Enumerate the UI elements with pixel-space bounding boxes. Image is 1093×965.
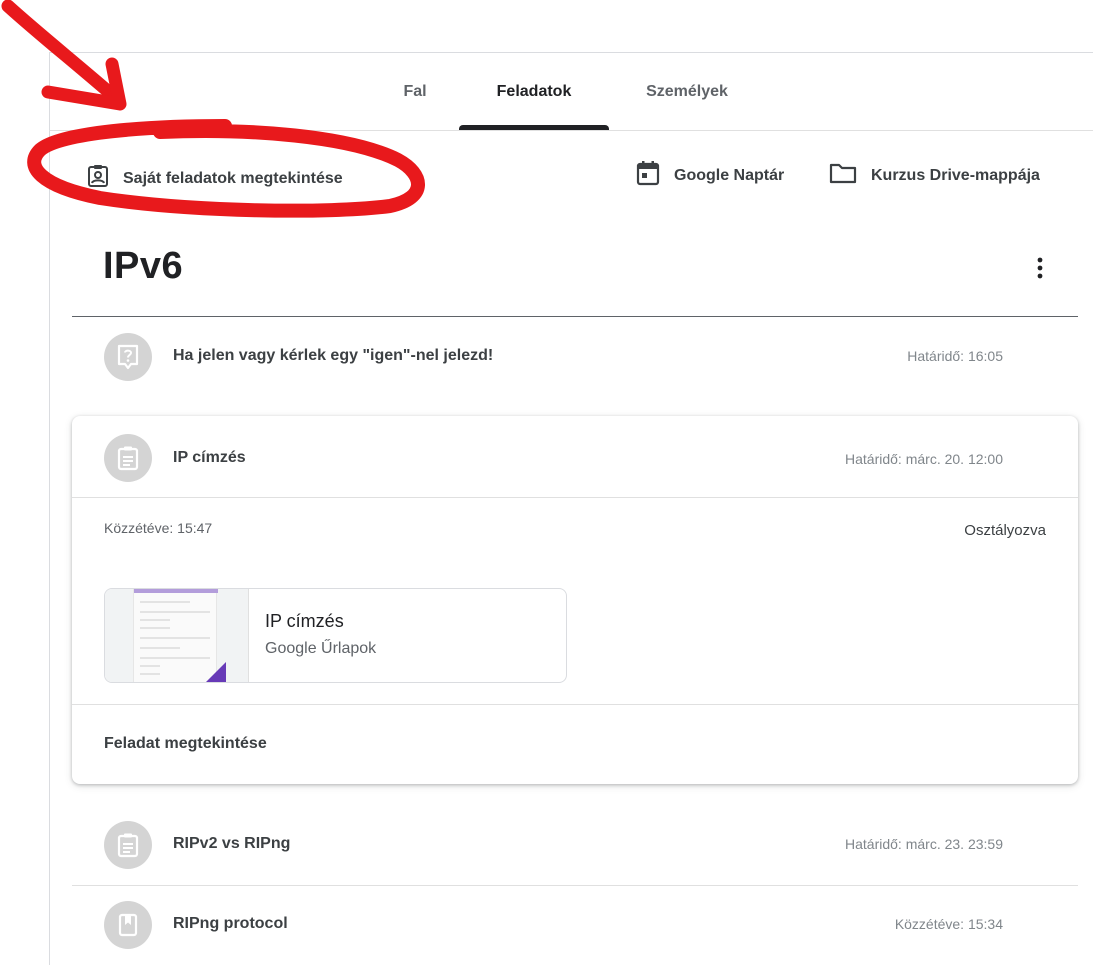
item-due-date: Határidő: 16:05: [907, 348, 1003, 364]
tab-people[interactable]: Személyek: [632, 53, 742, 130]
class-drive-folder-label: Kurzus Drive-mappája: [871, 166, 1040, 184]
view-assignment-link[interactable]: Feladat megtekintése: [104, 735, 267, 753]
item-due-date: Határidő: márc. 20. 12:00: [845, 451, 1003, 467]
card-divider: [72, 704, 1078, 705]
item-title: Ha jelen vagy kérlek egy "igen"-nel jele…: [173, 347, 494, 364]
item-posted-date: Közzétéve: 15:34: [894, 916, 1003, 932]
item-title: RIPng protocol: [173, 915, 288, 932]
assignment-icon: [104, 434, 152, 482]
forms-corner-icon: [204, 662, 226, 682]
classwork-item-material[interactable]: RIPng protocol Közzétéve: 15:34: [72, 886, 1078, 965]
folder-icon: [829, 162, 857, 189]
tabs-divider: [49, 130, 1093, 131]
google-calendar-label: Google Naptár: [674, 166, 785, 184]
google-calendar-button[interactable]: Google Naptár: [636, 160, 784, 191]
view-your-work-button[interactable]: Saját feladatok megtekintése: [87, 164, 343, 193]
classwork-item-assignment[interactable]: RIPv2 vs RIPng Határidő: márc. 23. 23:59: [72, 805, 1078, 885]
assignment-ind-icon: [87, 164, 109, 193]
topic-more-options-button[interactable]: [1026, 256, 1054, 284]
topic-title: IPv6: [103, 245, 184, 287]
posted-time: Közzétéve: 15:47: [104, 520, 213, 536]
question-icon: [104, 333, 152, 381]
item-title: RIPv2 vs RIPng: [173, 835, 291, 852]
expanded-assignment-card: IP címzés Határidő: márc. 20. 12:00 Közz…: [72, 416, 1078, 784]
graded-status: Osztályozva: [964, 522, 1046, 539]
assignment-icon: [104, 821, 152, 869]
more-vert-icon: [1037, 257, 1043, 284]
material-icon: [104, 901, 152, 949]
class-tabs: Fal Feladatok Személyek: [0, 53, 1093, 130]
form-thumbnail: [105, 589, 249, 682]
item-title: IP címzés: [173, 449, 246, 466]
class-drive-folder-button[interactable]: Kurzus Drive-mappája: [829, 162, 1040, 189]
attachment-type: Google Űrlapok: [265, 640, 377, 657]
classwork-item-assignment[interactable]: IP címzés Határidő: márc. 20. 12:00: [72, 416, 1078, 497]
card-divider: [72, 497, 1078, 498]
tab-stream[interactable]: Fal: [390, 53, 440, 130]
attachment-title: IP címzés: [265, 611, 344, 631]
classwork-item-question[interactable]: Ha jelen vagy kérlek egy "igen"-nel jele…: [72, 317, 1078, 397]
tab-classwork[interactable]: Feladatok: [459, 53, 609, 130]
left-rail: [49, 52, 50, 965]
form-attachment[interactable]: IP címzés Google Űrlapok: [104, 588, 567, 683]
calendar-icon: [636, 160, 660, 191]
item-due-date: Határidő: márc. 23. 23:59: [845, 836, 1003, 852]
view-your-work-label: Saját feladatok megtekintése: [123, 169, 343, 187]
